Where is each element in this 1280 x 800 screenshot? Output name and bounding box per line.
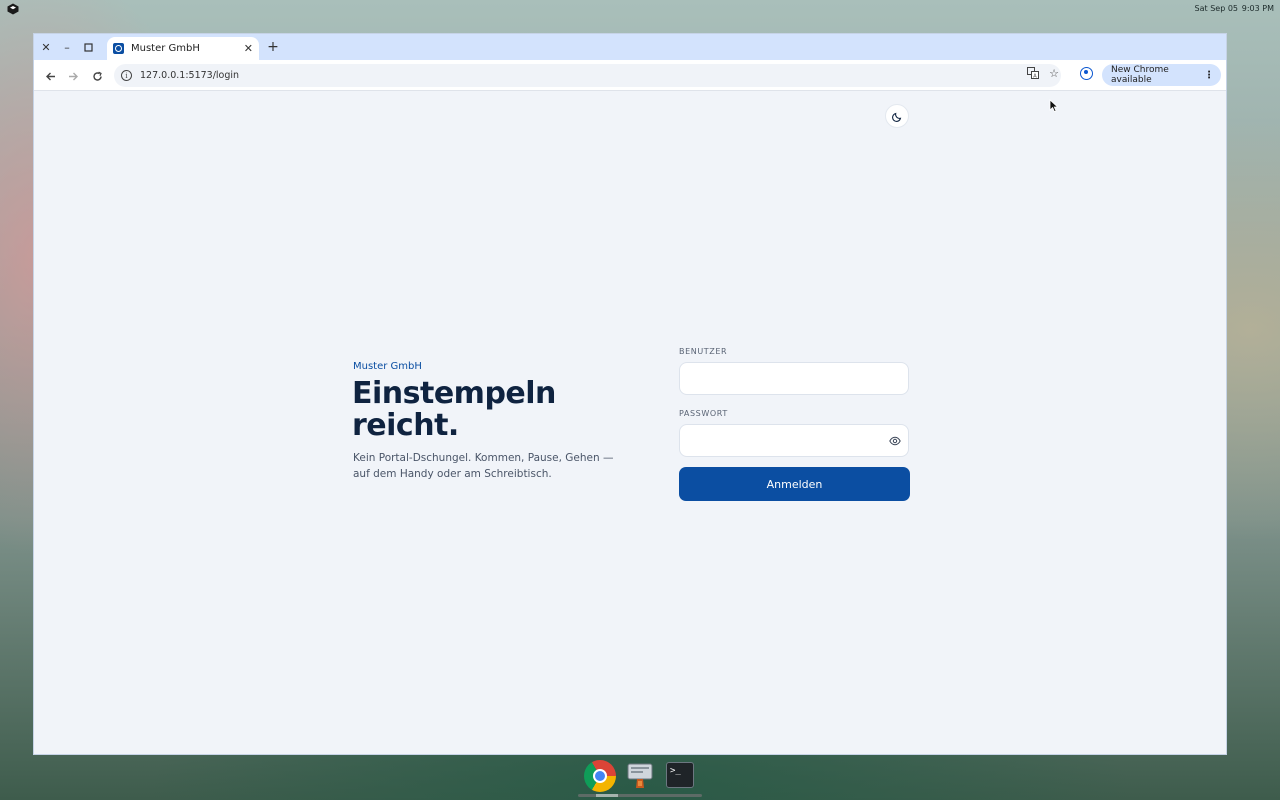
browser-toolbar: i 127.0.0.1:5173/login A ☆ New Chrome av… <box>34 60 1226 91</box>
username-input[interactable] <box>679 362 909 395</box>
tab-title: Muster GmbH <box>131 43 200 54</box>
url-text[interactable]: 127.0.0.1:5173/login <box>140 70 239 81</box>
theme-toggle-button[interactable] <box>885 104 909 128</box>
minimize-window-icon[interactable]: – <box>59 39 75 55</box>
svg-text:A: A <box>1033 74 1037 80</box>
address-bar[interactable]: i 127.0.0.1:5173/login <box>114 64 1061 87</box>
os-clock[interactable]: 9:03 PM <box>1242 4 1274 13</box>
browser-window: ✕ – Muster GmbH ✕ + i 127.0.0.1:5173/log… <box>33 33 1227 755</box>
package-manager-dock-icon[interactable] <box>627 762 653 790</box>
terminal-dock-icon[interactable]: >_ <box>666 762 694 788</box>
login-button[interactable]: Anmelden <box>679 467 910 501</box>
translate-icon[interactable]: A <box>1025 65 1041 81</box>
username-label: BENUTZER <box>679 347 728 356</box>
browser-menu-icon[interactable]: ⋮ <box>1204 70 1214 81</box>
os-date: Sat Sep 05 <box>1194 4 1238 13</box>
login-page: Muster GmbH Einstempeln reicht. Kein Por… <box>34 91 1226 754</box>
eye-icon[interactable] <box>889 435 901 447</box>
os-logo-icon[interactable] <box>7 3 19 15</box>
moon-icon <box>891 112 901 122</box>
tab-muster-gmbh[interactable]: Muster GmbH ✕ <box>107 37 259 60</box>
close-window-icon[interactable]: ✕ <box>38 39 54 55</box>
new-tab-button[interactable]: + <box>265 39 281 55</box>
password-input[interactable] <box>679 424 909 457</box>
tab-close-icon[interactable]: ✕ <box>244 42 253 55</box>
password-label: PASSWORT <box>679 409 728 418</box>
bookmark-star-icon[interactable]: ☆ <box>1046 65 1062 81</box>
tab-favicon-icon <box>113 43 124 54</box>
chrome-dock-icon[interactable] <box>584 760 616 792</box>
mouse-cursor-icon <box>1049 99 1059 113</box>
os-top-bar: Sat Sep 05 9:03 PM <box>0 0 1280 18</box>
reload-icon[interactable] <box>88 67 106 85</box>
forward-icon[interactable] <box>64 67 82 85</box>
update-label: New Chrome available <box>1111 65 1169 85</box>
maximize-window-icon[interactable] <box>80 39 96 55</box>
company-name: Muster GmbH <box>353 361 422 372</box>
profile-avatar-icon[interactable] <box>1080 67 1093 80</box>
page-subtext: Kein Portal-Dschungel. Kommen, Pause, Ge… <box>353 452 614 480</box>
dock-indicator <box>578 794 702 797</box>
page-headline: Einstempeln reicht. <box>352 376 556 443</box>
site-info-icon[interactable]: i <box>121 70 132 81</box>
back-icon[interactable] <box>41 67 59 85</box>
new-chrome-available-button[interactable]: New Chrome available ⋮ <box>1102 64 1221 86</box>
tab-strip: ✕ – Muster GmbH ✕ + <box>34 34 1226 60</box>
